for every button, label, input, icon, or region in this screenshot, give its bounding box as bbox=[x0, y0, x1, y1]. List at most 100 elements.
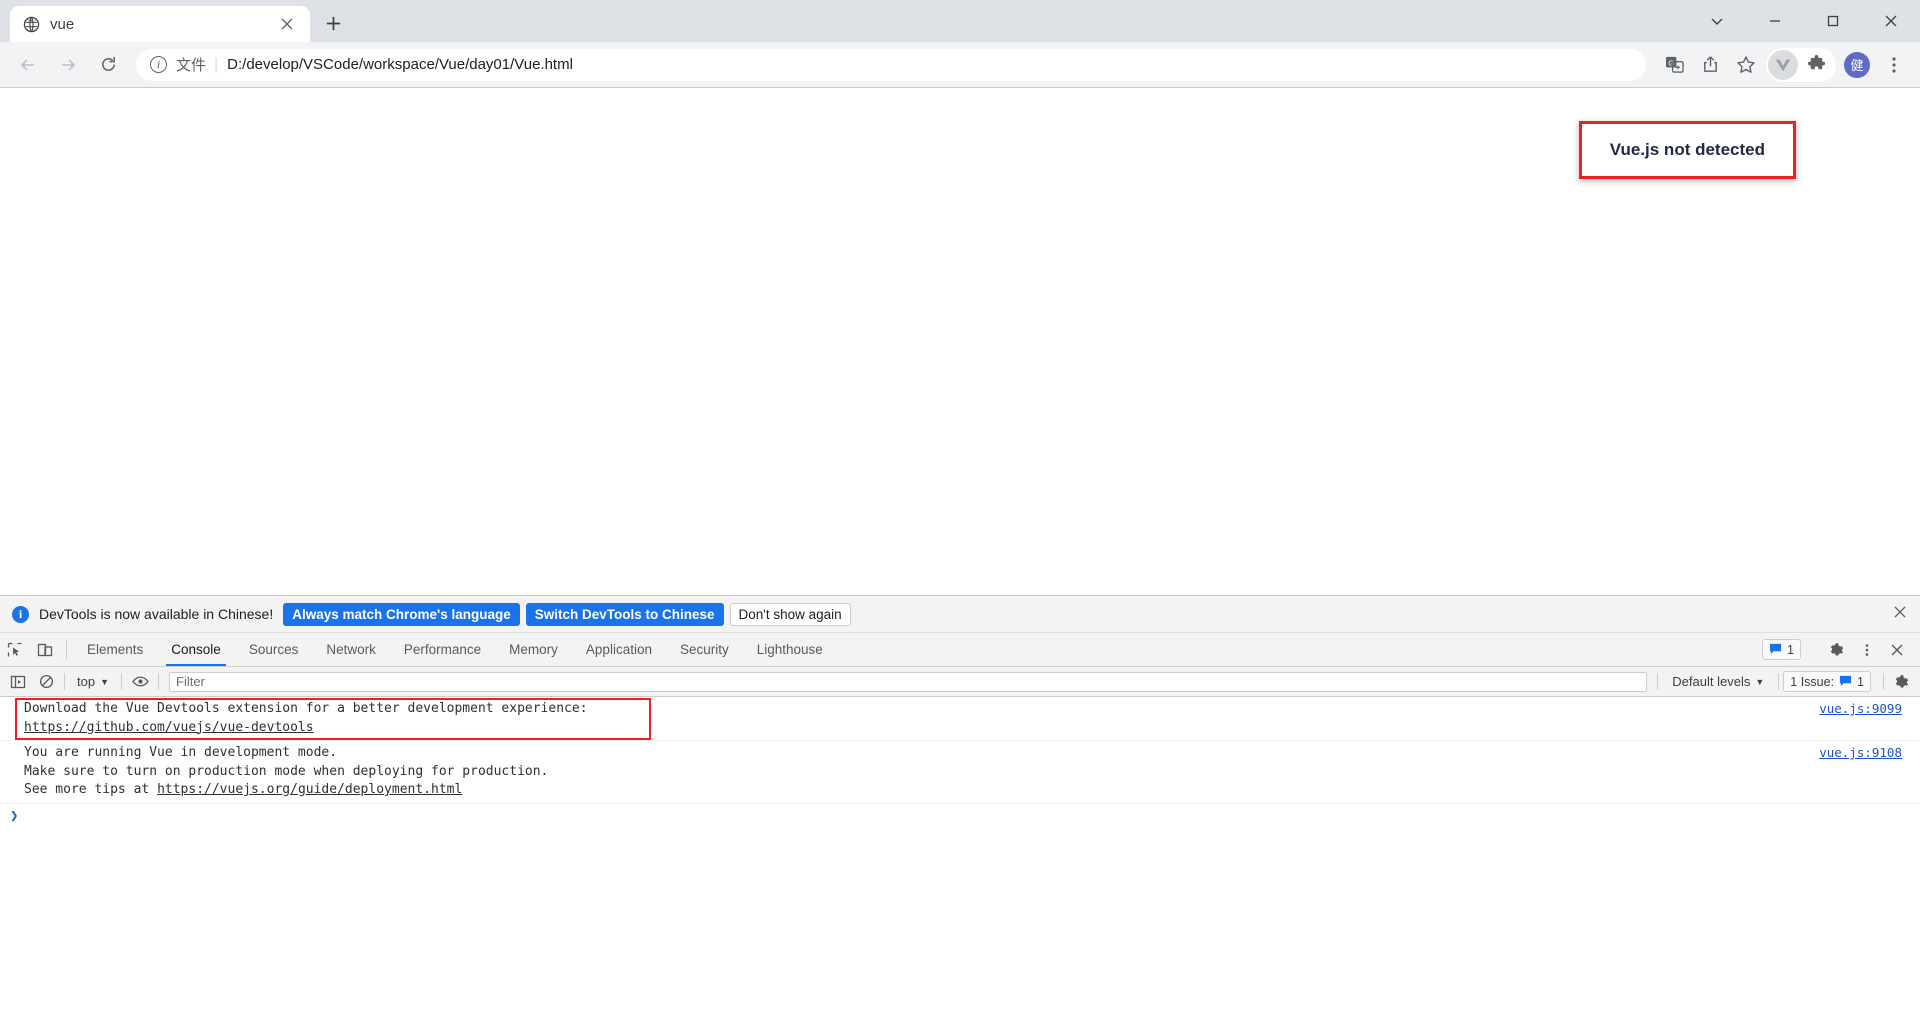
devtools-language-infobar: i DevTools is now available in Chinese! … bbox=[0, 596, 1920, 633]
vue-devtools-link[interactable]: https://github.com/vuejs/vue-devtools bbox=[24, 720, 314, 735]
translate-icon[interactable]: G bbox=[1657, 48, 1691, 82]
chevron-down-icon: ▼ bbox=[1755, 676, 1765, 687]
divider bbox=[1778, 673, 1780, 690]
devtools-tabbar: Elements Console Sources Network Perform… bbox=[0, 633, 1920, 667]
console-source-link[interactable]: vue.js:9108 bbox=[1819, 744, 1902, 763]
tab-security[interactable]: Security bbox=[666, 633, 743, 666]
minimize-icon[interactable] bbox=[1746, 0, 1804, 42]
console-message-line: See more tips at https://vuejs.org/guide… bbox=[24, 781, 1920, 800]
chevron-down-icon[interactable] bbox=[1688, 0, 1746, 42]
back-arrow-icon[interactable] bbox=[10, 47, 46, 83]
browser-window: vue i 文件 | D:/develop/VSCode/workspace/V… bbox=[0, 0, 1920, 1030]
console-message-line: https://github.com/vuejs/vue-devtools bbox=[24, 719, 1920, 738]
console-message-line: You are running Vue in development mode. bbox=[24, 745, 338, 760]
gear-icon[interactable] bbox=[1822, 642, 1852, 658]
console-issues-label: 1 Issue: bbox=[1790, 674, 1835, 689]
tab-console[interactable]: Console bbox=[157, 633, 235, 666]
info-circle-icon: i bbox=[12, 605, 29, 623]
console-issues-count: 1 bbox=[1857, 674, 1864, 689]
page-viewport: Vue.js not detected bbox=[0, 87, 1920, 595]
bookmark-star-icon[interactable] bbox=[1729, 48, 1763, 82]
console-issues-chip[interactable]: 1 Issue: 1 bbox=[1783, 671, 1871, 692]
omnibox-separator: | bbox=[214, 55, 219, 73]
console-source-link[interactable]: vue.js:9099 bbox=[1819, 700, 1902, 719]
close-icon[interactable] bbox=[1894, 606, 1906, 622]
filter-input[interactable] bbox=[169, 671, 1648, 692]
maximize-icon[interactable] bbox=[1804, 0, 1862, 42]
console-filter-bar: top ▼ Default levels ▼ 1 Issue: bbox=[0, 667, 1920, 697]
devtools-panel: i DevTools is now available in Chinese! … bbox=[0, 595, 1920, 1030]
devtools-tab-list: Elements Console Sources Network Perform… bbox=[73, 633, 837, 666]
chevron-down-icon: ▼ bbox=[100, 676, 109, 687]
avatar[interactable]: 健 bbox=[1844, 51, 1870, 78]
tab-network[interactable]: Network bbox=[312, 633, 390, 666]
inspect-element-icon[interactable] bbox=[0, 633, 30, 666]
tab-memory[interactable]: Memory bbox=[495, 633, 572, 666]
infobar-message: DevTools is now available in Chinese! bbox=[39, 606, 274, 622]
always-match-language-button[interactable]: Always match Chrome's language bbox=[283, 602, 520, 626]
new-tab-button[interactable] bbox=[316, 6, 350, 40]
tab-application[interactable]: Application bbox=[572, 633, 666, 666]
message-bubble-icon bbox=[1839, 674, 1852, 690]
issues-badge-count: 1 bbox=[1787, 642, 1794, 657]
reload-icon[interactable] bbox=[90, 47, 126, 83]
three-dots-vertical-icon[interactable] bbox=[1877, 48, 1911, 82]
execution-context-selector[interactable]: top ▼ bbox=[69, 674, 117, 689]
execution-context-label: top bbox=[77, 674, 96, 689]
live-expression-eye-icon[interactable] bbox=[126, 669, 154, 695]
globe-icon bbox=[22, 15, 40, 33]
close-icon[interactable] bbox=[276, 13, 298, 35]
divider bbox=[66, 640, 67, 659]
device-toggle-icon[interactable] bbox=[30, 633, 60, 666]
forward-arrow-icon[interactable] bbox=[50, 47, 86, 83]
log-levels-selector[interactable]: Default levels ▼ bbox=[1662, 674, 1774, 689]
console-message-text: See more tips at bbox=[24, 782, 158, 797]
browser-titlebar: vue bbox=[0, 0, 1920, 42]
prompt-arrow-icon: ❯ bbox=[10, 807, 19, 824]
vue-devtools-popup: Vue.js not detected bbox=[1578, 121, 1796, 179]
console-prompt[interactable]: ❯ bbox=[0, 804, 1920, 828]
log-levels-label: Default levels bbox=[1672, 674, 1751, 689]
console-message-line: Download the Vue Devtools extension for … bbox=[24, 701, 588, 716]
address-bar[interactable]: i 文件 | D:/develop/VSCode/workspace/Vue/d… bbox=[136, 48, 1646, 81]
browser-tab[interactable]: vue bbox=[10, 6, 310, 42]
issues-badge[interactable]: 1 bbox=[1762, 639, 1801, 660]
devtools-tabbar-actions: 1 bbox=[1762, 633, 1920, 666]
tab-strip: vue bbox=[0, 0, 350, 42]
vuejs-deployment-link[interactable]: https://vuejs.org/guide/deployment.html bbox=[157, 782, 462, 797]
console-message[interactable]: Download the Vue Devtools extension for … bbox=[0, 697, 1920, 741]
console-message-list[interactable]: Download the Vue Devtools extension for … bbox=[0, 697, 1920, 1030]
divider bbox=[1883, 673, 1884, 690]
tab-performance[interactable]: Performance bbox=[390, 633, 495, 666]
close-icon[interactable] bbox=[1862, 0, 1920, 42]
share-icon[interactable] bbox=[1693, 48, 1727, 82]
tab-elements[interactable]: Elements bbox=[73, 633, 157, 666]
divider bbox=[1657, 673, 1659, 690]
clear-console-icon[interactable] bbox=[32, 669, 60, 695]
extensions-puzzle-icon[interactable] bbox=[1799, 48, 1833, 82]
console-sidebar-icon[interactable] bbox=[4, 669, 32, 695]
info-circle-icon[interactable]: i bbox=[150, 56, 167, 73]
browser-toolbar: i 文件 | D:/develop/VSCode/workspace/Vue/d… bbox=[0, 42, 1920, 87]
console-message-line: Make sure to turn on production mode whe… bbox=[24, 763, 549, 779]
svg-text:G: G bbox=[1668, 58, 1674, 67]
vue-popup-message: Vue.js not detected bbox=[1581, 124, 1793, 176]
tab-lighthouse[interactable]: Lighthouse bbox=[743, 633, 837, 666]
close-icon[interactable] bbox=[1882, 643, 1912, 657]
console-message[interactable]: You are running Vue in development mode.… bbox=[0, 741, 1920, 804]
divider bbox=[64, 673, 65, 690]
dont-show-again-button[interactable]: Don't show again bbox=[729, 602, 851, 626]
vue-devtools-extension-icon[interactable] bbox=[1768, 49, 1798, 80]
omnibox-url-text: D:/develop/VSCode/workspace/Vue/day01/Vu… bbox=[227, 56, 573, 73]
switch-devtools-language-button[interactable]: Switch DevTools to Chinese bbox=[525, 602, 724, 626]
omnibox-scheme-label: 文件 bbox=[176, 57, 207, 74]
tab-title: vue bbox=[50, 15, 75, 33]
window-controls bbox=[1688, 0, 1920, 42]
message-bubble-icon bbox=[1769, 642, 1782, 658]
three-dots-vertical-icon[interactable] bbox=[1852, 643, 1882, 657]
gear-icon[interactable] bbox=[1888, 669, 1916, 695]
extensions-group bbox=[1766, 47, 1836, 82]
toolbar-icons: G 健 bbox=[1656, 47, 1912, 82]
tab-sources[interactable]: Sources bbox=[235, 633, 313, 666]
divider bbox=[158, 673, 159, 690]
